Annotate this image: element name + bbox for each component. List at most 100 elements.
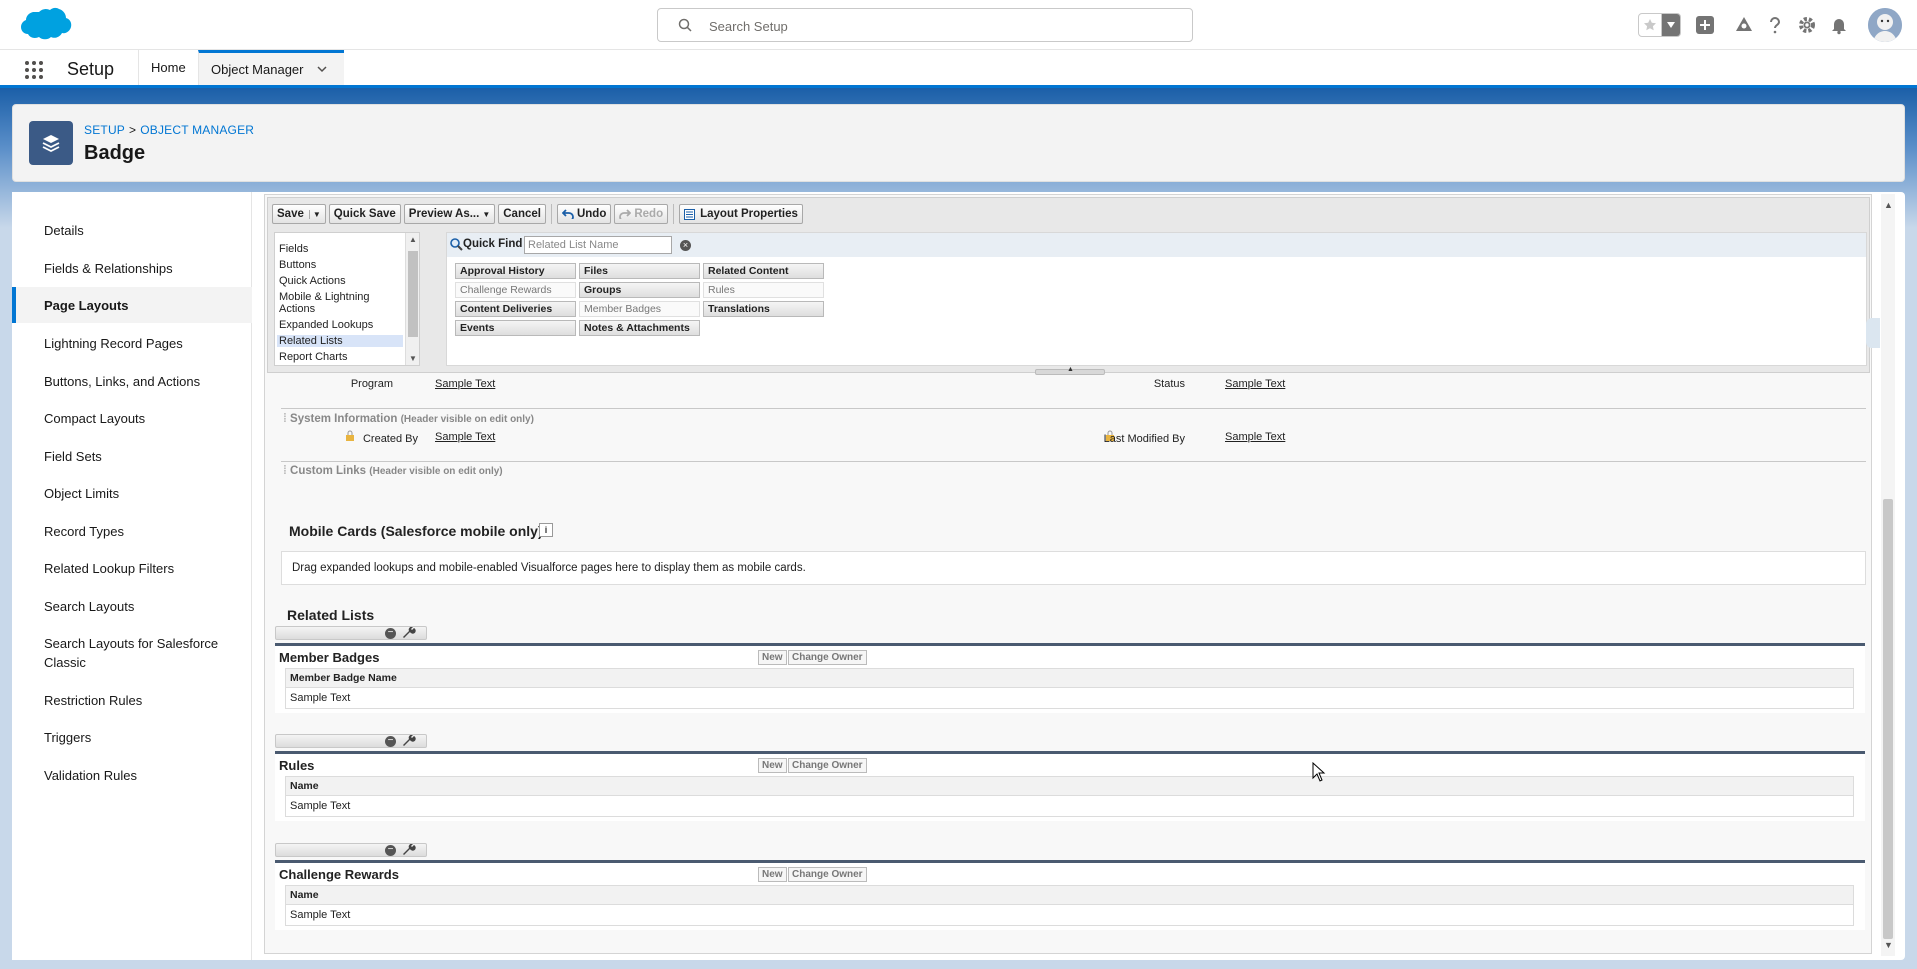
remove-icon[interactable]: − — [385, 845, 396, 856]
category-scroll-thumb[interactable] — [408, 251, 418, 337]
palette-item-approval-history[interactable]: Approval History — [455, 263, 576, 279]
related-list-handle[interactable]: − — [275, 626, 427, 640]
sidebar-item-triggers[interactable]: Triggers — [12, 728, 252, 747]
sidebar-item-search-layouts[interactable]: Search Layouts — [12, 597, 252, 616]
palette-item-challenge-rewards[interactable]: Challenge Rewards — [455, 282, 576, 298]
wrench-icon[interactable] — [402, 844, 416, 857]
drag-handle-icon[interactable]: ⁞ — [283, 413, 290, 425]
help-icon[interactable] — [1764, 14, 1786, 36]
custom-links-section[interactable]: ⁞ Custom Links (Header visible on edit o… — [283, 465, 503, 477]
sidebar-item-restriction-rules[interactable]: Restriction Rules — [12, 691, 252, 710]
salesforce-logo[interactable] — [14, 6, 74, 46]
related-list-handle[interactable]: − — [275, 843, 427, 857]
remove-icon[interactable]: − — [385, 628, 396, 639]
sidebar-item-details[interactable]: Details — [12, 221, 252, 240]
preview-as-button[interactable]: Preview As... ▼ — [403, 204, 496, 224]
sidebar-item-page-layouts[interactable]: Page Layouts — [12, 287, 252, 323]
clear-icon[interactable]: × — [680, 240, 691, 251]
palette-item-content-deliveries[interactable]: Content Deliveries — [455, 301, 576, 317]
sidebar-item-record-types[interactable]: Record Types — [12, 522, 252, 541]
scroll-up-icon[interactable]: ▲ — [409, 235, 417, 244]
status-sample-value[interactable]: Sample Text — [1225, 378, 1285, 390]
palette-item-files[interactable]: Files — [579, 263, 700, 279]
editor-scrollbar[interactable]: ▲ ▼ — [1881, 194, 1895, 956]
favorites-dropdown-icon[interactable] — [1662, 14, 1680, 36]
sidebar-item-field-sets[interactable]: Field Sets — [12, 447, 252, 466]
wrench-icon[interactable] — [402, 735, 416, 748]
breadcrumb-object-manager-link[interactable]: OBJECT MANAGER — [140, 123, 254, 137]
palette-item-groups[interactable]: Groups — [579, 282, 700, 298]
quick-save-button[interactable]: Quick Save — [328, 204, 401, 224]
category-expanded-lookups[interactable]: Expanded Lookups — [277, 319, 403, 331]
sidebar-item-search-layouts-classic[interactable]: Search Layouts for Salesforce Classic — [12, 634, 222, 672]
cancel-button[interactable]: Cancel — [498, 204, 546, 224]
sidebar-item-label: Related Lookup Filters — [44, 561, 175, 576]
category-report-charts[interactable]: Report Charts — [277, 351, 403, 363]
chevron-up-icon: ▲ — [1067, 366, 1074, 373]
sidebar-item-compact-layouts[interactable]: Compact Layouts — [12, 409, 252, 428]
palette-collapse-handle[interactable]: ▲ — [1035, 366, 1105, 375]
sidebar-item-object-limits[interactable]: Object Limits — [12, 484, 252, 503]
category-buttons[interactable]: Buttons — [277, 259, 403, 271]
undo-label: Undo — [576, 208, 607, 220]
category-related-lists[interactable]: Related Lists — [277, 335, 403, 347]
related-list-challenge-rewards[interactable]: Challenge Rewards New Change Owner Name … — [275, 860, 1865, 930]
related-list-member-badges[interactable]: Member Badges New Change Owner Member Ba… — [275, 643, 1865, 713]
search-setup-input[interactable] — [709, 16, 1169, 36]
system-information-section[interactable]: ⁞ System Information (Header visible on … — [283, 413, 534, 425]
tab-object-manager[interactable]: Object Manager — [198, 50, 344, 85]
related-list-handle[interactable]: − — [275, 734, 427, 748]
table-header: Name — [286, 777, 1853, 796]
save-button[interactable]: Save ▼ — [272, 204, 326, 224]
category-fields[interactable]: Fields — [277, 243, 403, 255]
app-launcher-icon[interactable] — [24, 60, 44, 80]
related-list-rules[interactable]: Rules New Change Owner Name Sample Text — [275, 751, 1865, 821]
tab-home[interactable]: Home — [138, 50, 198, 85]
user-avatar[interactable] — [1868, 8, 1902, 42]
layout-properties-button[interactable]: Layout Properties — [679, 204, 803, 224]
palette-item-translations[interactable]: Translations — [703, 301, 824, 317]
last-modified-sample-value[interactable]: Sample Text — [1225, 431, 1285, 443]
breadcrumb-setup-link[interactable]: SETUP — [84, 123, 125, 137]
trailhead-icon[interactable] — [1733, 14, 1755, 36]
info-icon[interactable]: i — [539, 523, 553, 537]
palette-item-related-content[interactable]: Related Content — [703, 263, 824, 279]
editor-scroll-thumb[interactable] — [1883, 499, 1893, 939]
search-setup-box[interactable] — [657, 8, 1193, 42]
save-dropdown-icon[interactable]: ▼ — [308, 209, 321, 219]
scroll-down-icon[interactable]: ▼ — [409, 354, 417, 363]
global-header — [0, 0, 1917, 50]
palette-item-member-badges[interactable]: Member Badges — [579, 301, 700, 317]
quick-find-input[interactable] — [524, 236, 672, 254]
gear-icon[interactable] — [1796, 14, 1818, 36]
side-panel-toggle[interactable] — [1866, 318, 1880, 348]
created-by-sample-value[interactable]: Sample Text — [435, 431, 495, 443]
sidebar-item-fields-relationships[interactable]: Fields & Relationships — [12, 259, 252, 278]
program-sample-value[interactable]: Sample Text — [435, 378, 495, 390]
category-scrollbar[interactable]: ▲ ▼ — [405, 233, 419, 365]
bell-icon[interactable] — [1828, 14, 1850, 36]
remove-icon[interactable]: − — [385, 736, 396, 747]
scroll-down-icon[interactable]: ▼ — [1884, 940, 1893, 950]
redo-button[interactable]: Redo — [614, 204, 669, 224]
favorites-group[interactable] — [1638, 13, 1681, 37]
sidebar-item-validation-rules[interactable]: Validation Rules — [12, 766, 252, 785]
chevron-down-icon[interactable] — [316, 63, 328, 75]
mobile-cards-drop-zone[interactable]: Drag expanded lookups and mobile-enabled… — [281, 551, 1866, 585]
undo-button[interactable]: Undo — [556, 204, 612, 224]
category-mobile-lightning-actions[interactable]: Actions — [277, 303, 403, 315]
category-mobile-lightning[interactable]: Mobile & Lightning — [277, 291, 403, 303]
breadcrumb: SETUP > OBJECT MANAGER — [84, 123, 254, 137]
global-actions-icon[interactable] — [1694, 14, 1716, 36]
star-icon[interactable] — [1639, 14, 1663, 36]
wrench-icon[interactable] — [402, 627, 416, 640]
scroll-up-icon[interactable]: ▲ — [1884, 200, 1893, 210]
palette-item-notes-attachments[interactable]: Notes & Attachments — [579, 320, 700, 336]
sidebar-item-lightning-record-pages[interactable]: Lightning Record Pages — [12, 334, 252, 353]
drag-handle-icon[interactable]: ⁞ — [283, 465, 290, 477]
palette-item-rules[interactable]: Rules — [703, 282, 824, 298]
sidebar-item-related-lookup-filters[interactable]: Related Lookup Filters — [12, 559, 252, 578]
palette-item-events[interactable]: Events — [455, 320, 576, 336]
sidebar-item-buttons-links-actions[interactable]: Buttons, Links, and Actions — [12, 372, 252, 391]
category-quick-actions[interactable]: Quick Actions — [277, 275, 403, 287]
